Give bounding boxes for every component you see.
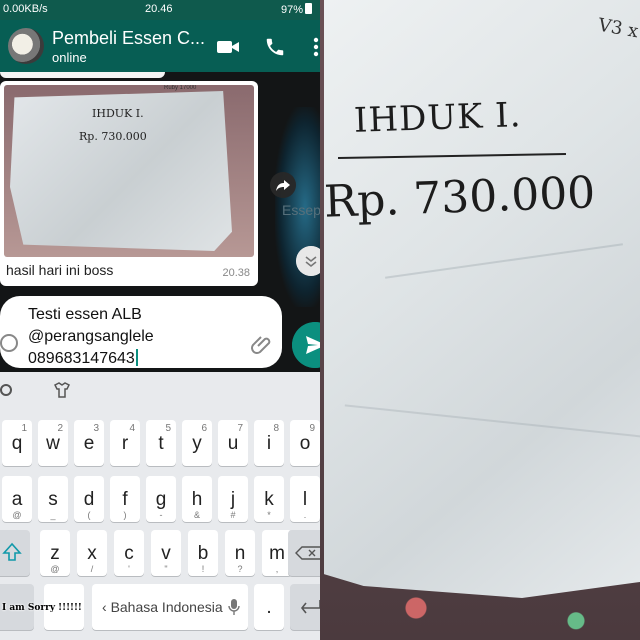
key-y[interactable]: y6 bbox=[182, 420, 212, 466]
space-key[interactable]: ‹ Bahasa Indonesia bbox=[92, 584, 248, 630]
typed-line-1: Testi essen ALB bbox=[28, 306, 142, 323]
paper-envelope: V3 x IHDUK I. Rp. 730.000 bbox=[324, 0, 640, 598]
envelope-photo: V3 x IHDUK I. Rp. 730.000 bbox=[320, 0, 640, 640]
battery-indicator: 97% bbox=[281, 3, 312, 16]
emoji-icon[interactable] bbox=[0, 334, 18, 352]
key-t[interactable]: t5 bbox=[146, 420, 176, 466]
backspace-key[interactable] bbox=[288, 530, 320, 576]
message-caption: hasil hari ini boss bbox=[6, 262, 114, 278]
handwritten-amount: Rp. 730.000 bbox=[323, 167, 597, 228]
handwritten-underline bbox=[337, 153, 567, 159]
thumbnail-corner-note: Ruby 17000 bbox=[164, 85, 197, 91]
microphone-icon[interactable] bbox=[228, 598, 240, 616]
thumbnail-amount: Rp. 730.000 bbox=[79, 130, 147, 143]
key-s[interactable]: s _ bbox=[38, 476, 68, 522]
image-thumbnail[interactable]: Ruby 17000 IHDUK I. Rp. 730.000 bbox=[4, 85, 254, 257]
more-options-icon[interactable] bbox=[312, 36, 320, 58]
key-w[interactable]: w2 bbox=[38, 420, 68, 466]
status-bar: 0.00KB/s 20.46 97% bbox=[0, 0, 320, 20]
key-z[interactable]: z @ bbox=[40, 530, 70, 576]
scroll-down-icon[interactable] bbox=[296, 246, 320, 276]
key-x[interactable]: x / bbox=[77, 530, 107, 576]
key-h[interactable]: h & bbox=[182, 476, 212, 522]
shift-key[interactable] bbox=[0, 530, 30, 576]
key-u[interactable]: u7 bbox=[218, 420, 248, 466]
key-i[interactable]: i8 bbox=[254, 420, 284, 466]
paper-crease bbox=[385, 243, 623, 279]
typed-line-2: @perangsanglele bbox=[28, 328, 154, 345]
typed-message[interactable]: Testi essen ALB @perangsanglele 08968314… bbox=[28, 304, 154, 370]
keyboard-toolbar bbox=[0, 372, 320, 408]
message-input[interactable]: Testi essen ALB @perangsanglele 08968314… bbox=[0, 296, 282, 368]
contact-status: online bbox=[52, 50, 87, 65]
key-q[interactable]: q1 bbox=[2, 420, 32, 466]
handwritten-corner-note: V3 x bbox=[596, 14, 640, 43]
forward-icon[interactable] bbox=[270, 172, 296, 198]
contact-avatar[interactable] bbox=[8, 28, 44, 64]
network-speed: 0.00KB/s bbox=[3, 3, 48, 15]
battery-icon bbox=[305, 3, 312, 14]
key-d[interactable]: d( bbox=[74, 476, 104, 522]
key-r[interactable]: r4 bbox=[110, 420, 140, 466]
chat-screenshot: 0.00KB/s 20.46 97% Pembeli Essen C... on… bbox=[0, 0, 320, 640]
space-key-label: ‹ Bahasa Indonesia bbox=[102, 599, 223, 615]
status-time: 20.46 bbox=[145, 3, 173, 15]
previous-message-edge bbox=[0, 72, 165, 78]
key-e[interactable]: e3 bbox=[74, 420, 104, 466]
wallpaper-text: Essep. bbox=[282, 202, 320, 218]
theme-icon[interactable] bbox=[52, 380, 72, 400]
key-c[interactable]: c ' bbox=[114, 530, 144, 576]
battery-percent: 97% bbox=[280, 4, 303, 16]
attach-icon[interactable] bbox=[250, 332, 274, 356]
paper-crease bbox=[344, 404, 640, 438]
period-key[interactable]: . bbox=[254, 584, 284, 630]
key-j[interactable]: j # bbox=[218, 476, 248, 522]
key-g[interactable]: g- bbox=[146, 476, 176, 522]
key-n[interactable]: n? bbox=[225, 530, 255, 576]
message-time: 20.38 bbox=[222, 267, 250, 279]
typed-line-3: 089683147643 bbox=[28, 350, 135, 367]
key-a[interactable]: a @ bbox=[2, 476, 32, 522]
key-l[interactable]: l. bbox=[290, 476, 320, 522]
keyboard: q 1 w 2 e 3 r 4 t 5 y 6 u 7 i 8 o 9 a @ s _ d(f) g - h & j # k * l. z @ x /… bbox=[0, 372, 320, 640]
key-o[interactable]: o9 bbox=[290, 420, 320, 466]
key-k[interactable]: k * bbox=[254, 476, 284, 522]
keyboard-settings-icon[interactable] bbox=[0, 380, 16, 400]
voice-call-icon[interactable] bbox=[264, 36, 286, 58]
enter-key[interactable] bbox=[290, 584, 320, 630]
watermark-text: I am Sorry !!!!!! bbox=[2, 603, 82, 613]
key-b[interactable]: b! bbox=[188, 530, 218, 576]
image-message-bubble[interactable]: Ruby 17000 IHDUK I. Rp. 730.000 hasil ha… bbox=[0, 81, 258, 286]
video-call-icon[interactable] bbox=[216, 38, 240, 56]
text-cursor bbox=[135, 349, 138, 366]
app-bar: Pembeli Essen C... online bbox=[0, 20, 320, 72]
handwritten-heading: IHDUK I. bbox=[353, 95, 523, 141]
key-v[interactable]: v " bbox=[151, 530, 181, 576]
thumbnail-heading: IHDUK I. bbox=[92, 107, 144, 120]
contact-name[interactable]: Pembeli Essen C... bbox=[52, 28, 205, 49]
key-f[interactable]: f) bbox=[110, 476, 140, 522]
